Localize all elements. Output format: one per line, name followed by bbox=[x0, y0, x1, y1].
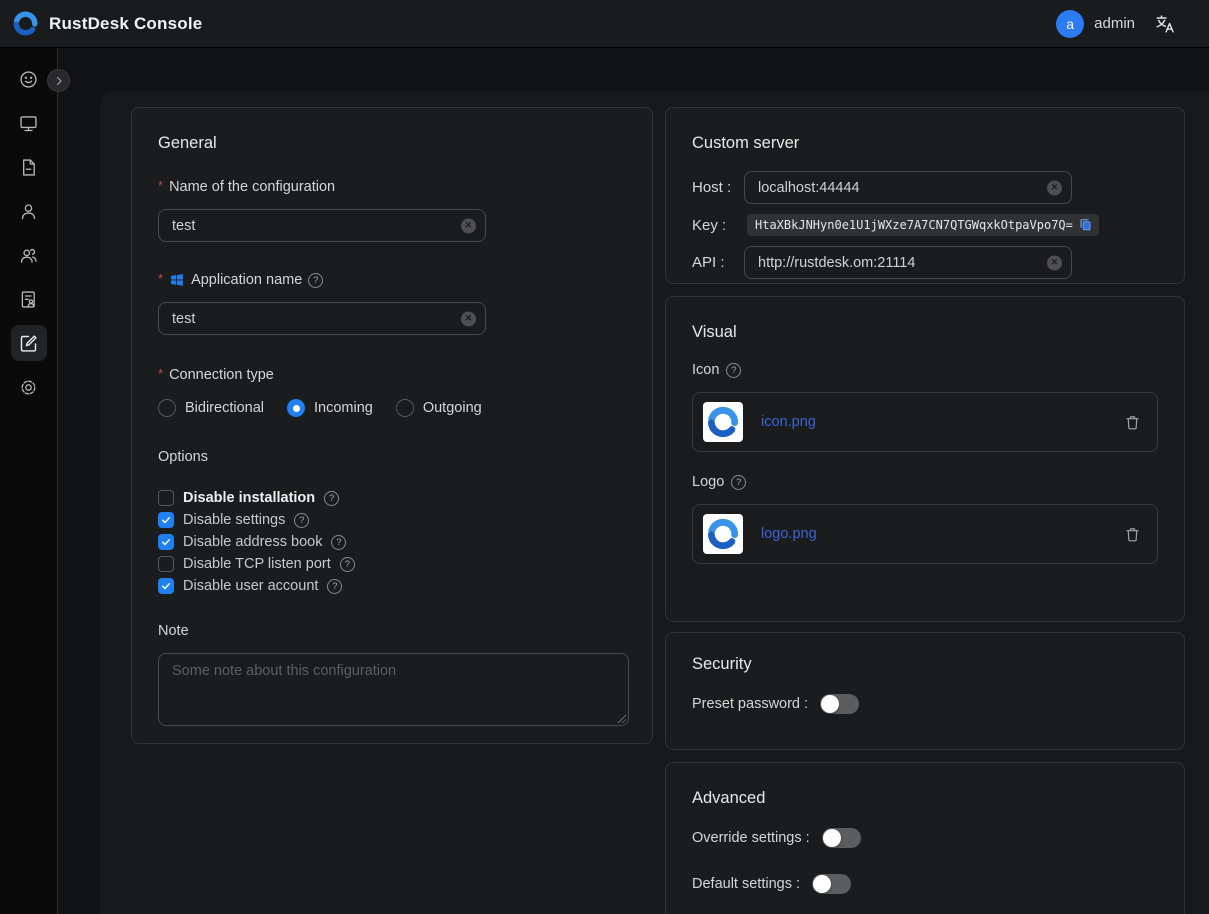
application-name-label: * Application name ? bbox=[158, 272, 626, 288]
sidebar-item-smiley[interactable] bbox=[11, 61, 47, 97]
clear-icon[interactable]: × bbox=[461, 311, 476, 326]
clear-icon[interactable]: × bbox=[1047, 180, 1062, 195]
checkbox-icon-checked[interactable] bbox=[158, 534, 174, 550]
help-icon[interactable]: ? bbox=[294, 513, 309, 528]
icon-file-row: icon.png bbox=[692, 392, 1158, 452]
radio-incoming[interactable]: Incoming bbox=[287, 399, 373, 417]
advanced-title: Advanced bbox=[692, 789, 1158, 808]
sidebar-item-edit[interactable] bbox=[11, 325, 47, 361]
help-icon[interactable]: ? bbox=[324, 491, 339, 506]
help-icon[interactable]: ? bbox=[327, 579, 342, 594]
logo-file-row: logo.png bbox=[692, 504, 1158, 564]
override-settings-label: Override settings : bbox=[692, 830, 810, 846]
delete-icon[interactable] bbox=[1124, 414, 1141, 431]
username: admin bbox=[1094, 15, 1135, 32]
checkbox-disable-settings[interactable]: Disable settings ? bbox=[158, 509, 626, 531]
server-key-chip: HtaXBkJNHyn0e1U1jWXze7A7CN7QTGWqxkOtpaVp… bbox=[747, 214, 1099, 236]
icon-label: Icon ? bbox=[692, 362, 1158, 378]
config-name-label: * Name of the configuration bbox=[158, 179, 626, 195]
visual-title: Visual bbox=[692, 323, 1158, 342]
api-label: API : bbox=[692, 254, 744, 271]
checkbox-disable-address-book[interactable]: Disable address book ? bbox=[158, 531, 626, 553]
help-icon[interactable]: ? bbox=[308, 273, 323, 288]
delete-icon[interactable] bbox=[1124, 526, 1141, 543]
radio-icon[interactable] bbox=[396, 399, 414, 417]
visual-card: Visual Icon ? icon.png bbox=[665, 296, 1185, 622]
sidebar-item-devices[interactable] bbox=[11, 105, 47, 141]
main-background: General * Name of the configuration × * bbox=[58, 48, 1209, 914]
security-card: Security Preset password : bbox=[665, 632, 1185, 750]
note-label: Note bbox=[158, 623, 626, 639]
radio-icon[interactable] bbox=[158, 399, 176, 417]
checkbox-disable-tcp-listen-port[interactable]: Disable TCP listen port ? bbox=[158, 553, 626, 575]
required-asterisk: * bbox=[158, 178, 163, 193]
user-menu[interactable]: a admin bbox=[1056, 10, 1135, 38]
custom-server-title: Custom server bbox=[692, 134, 1158, 153]
advanced-card: Advanced Override settings : Default set… bbox=[665, 762, 1185, 914]
connection-type-label: * Connection type bbox=[158, 367, 626, 383]
sidebar-item-settings[interactable] bbox=[11, 369, 47, 405]
sidebar-item-user[interactable] bbox=[11, 193, 47, 229]
content-panel: General * Name of the configuration × * bbox=[100, 91, 1209, 914]
help-icon[interactable]: ? bbox=[331, 535, 346, 550]
general-card: General * Name of the configuration × * bbox=[131, 107, 653, 744]
top-bar: RustDesk Console a admin bbox=[0, 0, 1209, 48]
translate-icon[interactable] bbox=[1153, 12, 1177, 36]
sidebar-item-document-user[interactable] bbox=[11, 281, 47, 317]
connection-type-group: Bidirectional Incoming Outgoing bbox=[158, 399, 626, 417]
radio-outgoing[interactable]: Outgoing bbox=[396, 399, 482, 417]
note-textarea[interactable] bbox=[158, 653, 629, 726]
sidebar-item-users[interactable] bbox=[11, 237, 47, 273]
application-name-input[interactable] bbox=[158, 302, 486, 335]
required-asterisk: * bbox=[158, 366, 163, 381]
logo-label: Logo ? bbox=[692, 474, 1158, 490]
checkbox-disable-installation[interactable]: Disable installation ? bbox=[158, 487, 626, 509]
key-label: Key : bbox=[692, 217, 744, 234]
logo-thumbnail bbox=[703, 514, 743, 554]
sidebar-item-document[interactable] bbox=[11, 149, 47, 185]
checkbox-icon[interactable] bbox=[158, 556, 174, 572]
checkbox-icon-checked[interactable] bbox=[158, 578, 174, 594]
brand: RustDesk Console bbox=[0, 10, 202, 37]
copy-icon[interactable] bbox=[1078, 217, 1094, 233]
preset-password-label: Preset password : bbox=[692, 696, 808, 712]
help-icon[interactable]: ? bbox=[726, 363, 741, 378]
app-title: RustDesk Console bbox=[49, 14, 202, 34]
checkbox-icon[interactable] bbox=[158, 490, 174, 506]
custom-server-card: Custom server Host : × Key : HtaXBkJNHyn… bbox=[665, 107, 1185, 284]
help-icon[interactable]: ? bbox=[731, 475, 746, 490]
host-input[interactable] bbox=[744, 171, 1072, 204]
host-label: Host : bbox=[692, 179, 744, 196]
clear-icon[interactable]: × bbox=[1047, 255, 1062, 270]
sidebar-collapse-button[interactable] bbox=[47, 69, 70, 92]
logo-file-link[interactable]: logo.png bbox=[761, 526, 817, 542]
checkbox-icon-checked[interactable] bbox=[158, 512, 174, 528]
radio-icon-selected[interactable] bbox=[287, 399, 305, 417]
windows-icon bbox=[169, 272, 185, 288]
server-key-value: HtaXBkJNHyn0e1U1jWXze7A7CN7QTGWqxkOtpaVp… bbox=[755, 218, 1073, 232]
default-settings-label: Default settings : bbox=[692, 876, 800, 892]
override-settings-toggle[interactable] bbox=[822, 828, 861, 848]
sidebar bbox=[0, 48, 58, 914]
preset-password-toggle[interactable] bbox=[820, 694, 859, 714]
icon-thumbnail bbox=[703, 402, 743, 442]
checkbox-disable-user-account[interactable]: Disable user account ? bbox=[158, 575, 626, 597]
api-input[interactable] bbox=[744, 246, 1072, 279]
avatar[interactable]: a bbox=[1056, 10, 1084, 38]
rustdesk-logo-icon bbox=[12, 10, 39, 37]
icon-file-link[interactable]: icon.png bbox=[761, 414, 816, 430]
security-title: Security bbox=[692, 655, 1158, 674]
options-label: Options bbox=[158, 449, 626, 465]
default-settings-toggle[interactable] bbox=[812, 874, 851, 894]
clear-icon[interactable]: × bbox=[461, 218, 476, 233]
required-asterisk: * bbox=[158, 271, 163, 286]
radio-bidirectional[interactable]: Bidirectional bbox=[158, 399, 264, 417]
general-title: General bbox=[158, 134, 626, 153]
help-icon[interactable]: ? bbox=[340, 557, 355, 572]
config-name-input[interactable] bbox=[158, 209, 486, 242]
